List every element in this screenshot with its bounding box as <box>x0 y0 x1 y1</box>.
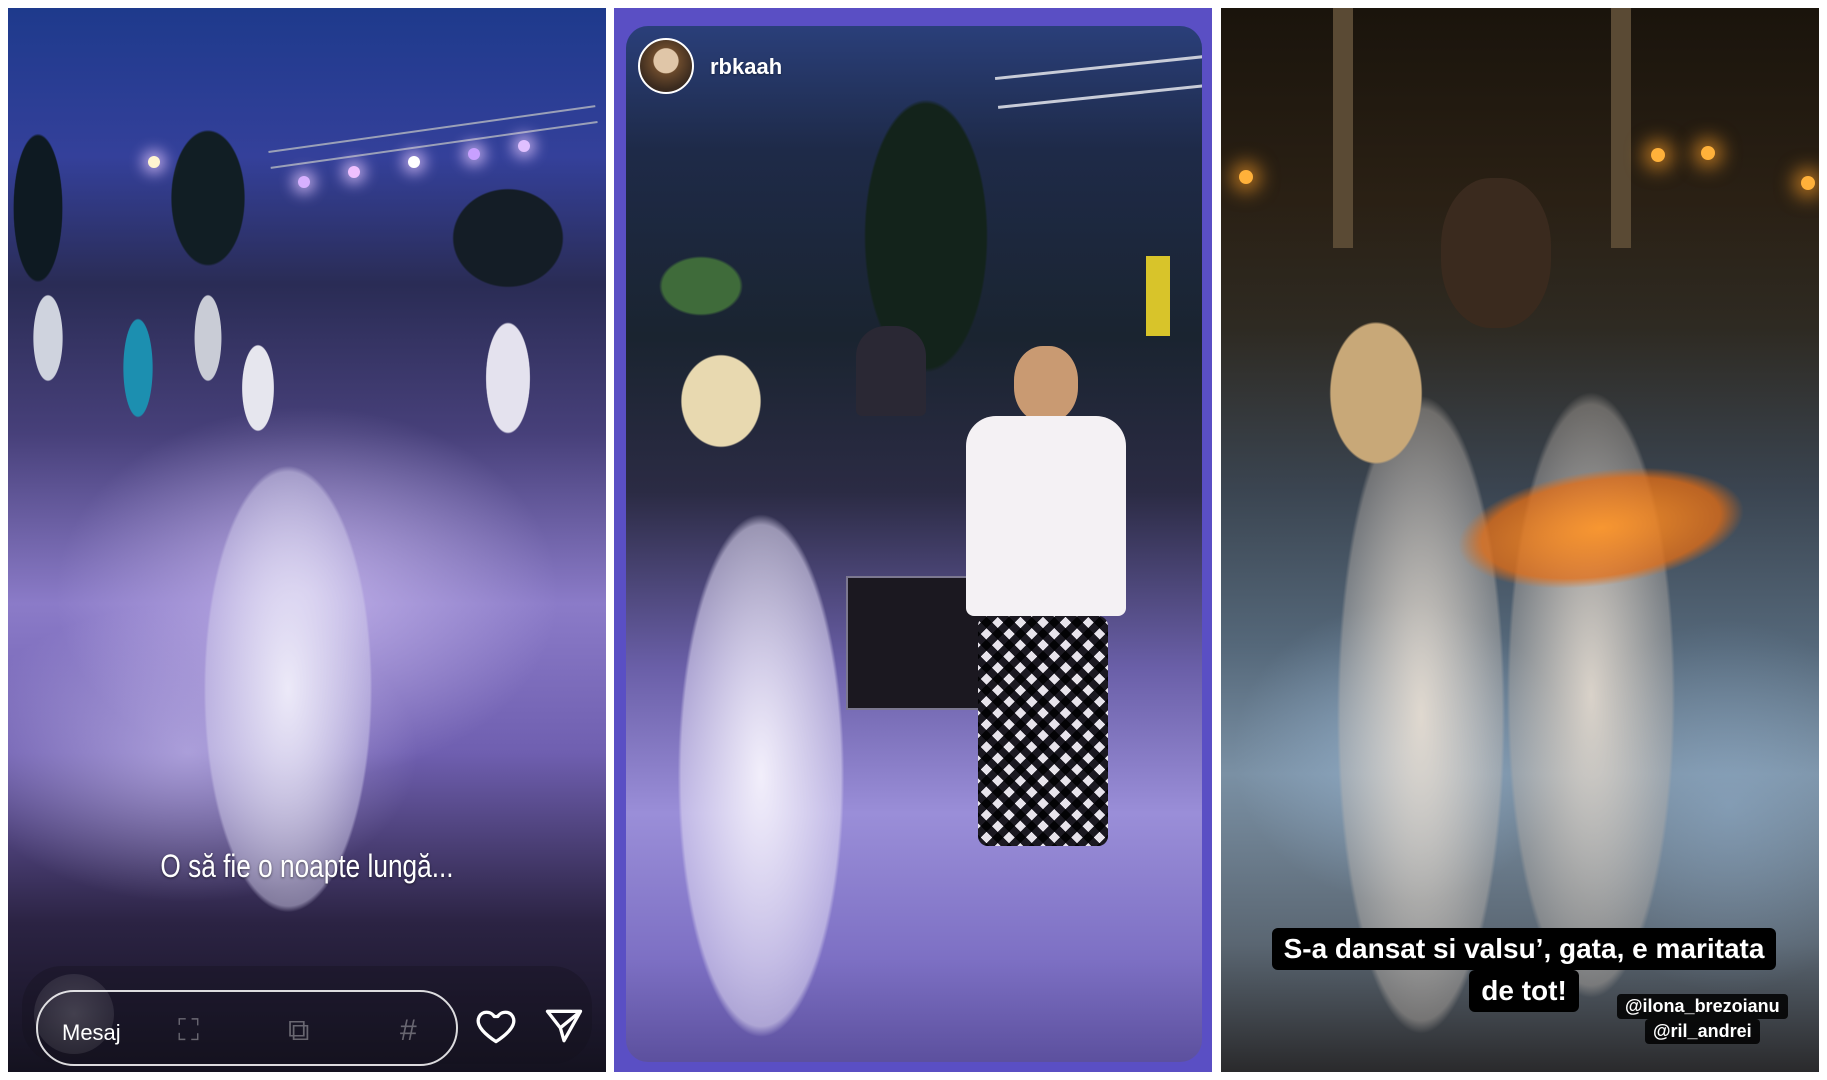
groom-head <box>1014 346 1078 422</box>
story-caption: O să fie o noapte lungă... <box>160 848 454 884</box>
mention-tag[interactable]: @ril_andrei <box>1645 1019 1760 1044</box>
patterned-pants <box>978 616 1108 846</box>
mention-tag[interactable]: @ilona_brezoianu <box>1617 994 1788 1019</box>
bride-hair <box>1301 278 1451 508</box>
lamp <box>1651 148 1665 162</box>
stage-light <box>468 148 480 160</box>
story-reply-bar: Mesaj ⛶ ⧉ # <box>22 966 592 1066</box>
send-icon <box>545 1009 583 1043</box>
like-button[interactable] <box>474 1004 518 1048</box>
scan-icon: ⛶ <box>178 1014 199 1047</box>
story-frame: rbkaah <box>626 26 1202 1062</box>
avatar[interactable] <box>638 38 694 94</box>
caption-line-2: de tot! <box>1469 970 1579 1012</box>
lamp <box>1701 146 1715 160</box>
speaker <box>1146 256 1170 336</box>
story-header: rbkaah <box>638 38 1190 98</box>
caption-line-1: S-a dansat si valsu’, gata, e maritata <box>1271 928 1777 970</box>
stage-light <box>348 166 360 178</box>
lamp <box>1239 170 1253 184</box>
stage-light <box>298 176 310 188</box>
hashtag-icon: # <box>400 1014 417 1047</box>
story-panel-1: O să fie o noapte lungă... Mesaj ⛶ ⧉ # <box>8 8 606 1072</box>
message-placeholder: Mesaj <box>62 1020 121 1045</box>
heart-icon <box>476 1010 516 1044</box>
story-panel-2: rbkaah <box>614 8 1212 1072</box>
lamp <box>1801 176 1815 190</box>
sticker-icon: ⧉ <box>288 1014 310 1047</box>
send-button[interactable] <box>542 1004 586 1048</box>
story-panel-3: S-a dansat si valsu’, gata, e maritata d… <box>1221 8 1819 1072</box>
stage-light <box>518 140 530 152</box>
stage-light <box>148 156 160 168</box>
pole <box>1333 8 1353 248</box>
bride-hair <box>656 326 786 476</box>
pole <box>1611 8 1631 248</box>
groom-shirt <box>966 416 1126 616</box>
story-username[interactable]: rbkaah <box>710 54 782 80</box>
stage-light <box>408 156 420 168</box>
message-input[interactable]: Mesaj ⛶ ⧉ # <box>36 990 458 1066</box>
